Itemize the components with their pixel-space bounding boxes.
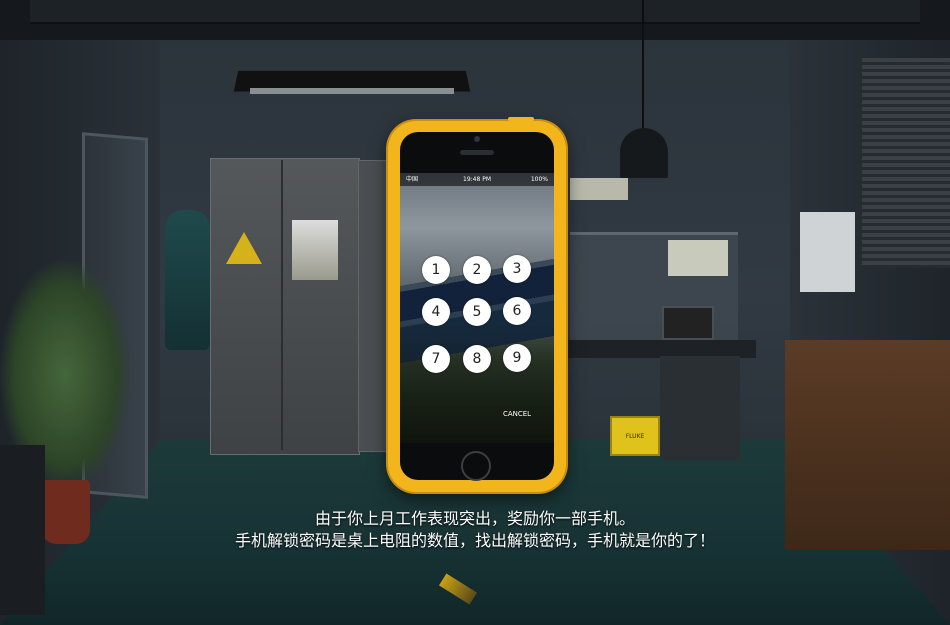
pendant-lamp <box>620 128 668 178</box>
keypad-key-4[interactable]: 4 <box>422 298 450 326</box>
poster <box>292 220 338 280</box>
hanging-jacket <box>165 210 210 350</box>
ceiling-beam <box>30 0 920 24</box>
fluke-label: FLUKE <box>625 433 645 440</box>
keypad-key-9[interactable]: 9 <box>503 344 531 372</box>
keypad-key-8[interactable]: 8 <box>463 345 491 373</box>
wall-panel <box>570 178 628 200</box>
game-scene: FLUKE 中国 19:48 PM 100% 1 2 3 4 5 6 7 8 9… <box>0 0 950 625</box>
camera-icon <box>474 136 480 142</box>
caption-line-2: 手机解锁密码是桌上电阻的数值，找出解锁密码，手机就是你的了！ <box>234 531 715 550</box>
keypad-key-2[interactable]: 2 <box>463 256 491 284</box>
home-button[interactable] <box>461 451 491 481</box>
pendant-lamp-cord <box>642 0 644 130</box>
laptop <box>662 306 714 340</box>
ceiling-lamp-light <box>250 88 454 94</box>
whiteboard <box>800 212 855 292</box>
keypad-key-1[interactable]: 1 <box>422 256 450 284</box>
phone-speaker <box>460 150 494 155</box>
window-blinds <box>862 58 950 268</box>
phone-power-button <box>508 117 534 121</box>
status-bar: 中国 19:48 PM 100% <box>400 173 554 186</box>
multimeter <box>668 240 728 276</box>
wardrobe <box>210 158 360 455</box>
cancel-button[interactable]: CANCEL <box>494 406 540 422</box>
wardrobe-door-seam <box>281 160 283 450</box>
desk-drawer <box>660 356 740 460</box>
keypad-key-3[interactable]: 3 <box>503 255 531 283</box>
status-battery: 100% <box>530 176 548 183</box>
fluke-toolbox: FLUKE <box>610 416 660 456</box>
keypad-key-7[interactable]: 7 <box>422 345 450 373</box>
caption-line-1: 由于你上月工作表现突出，奖励你一部手机。 <box>314 509 635 528</box>
keypad-key-5[interactable]: 5 <box>463 298 491 326</box>
keypad-key-6[interactable]: 6 <box>503 297 531 325</box>
warning-sign-icon <box>226 232 262 264</box>
dialog-caption: 由于你上月工作表现突出，奖励你一部手机。 手机解锁密码是桌上电阻的数值，找出解锁… <box>0 508 950 552</box>
